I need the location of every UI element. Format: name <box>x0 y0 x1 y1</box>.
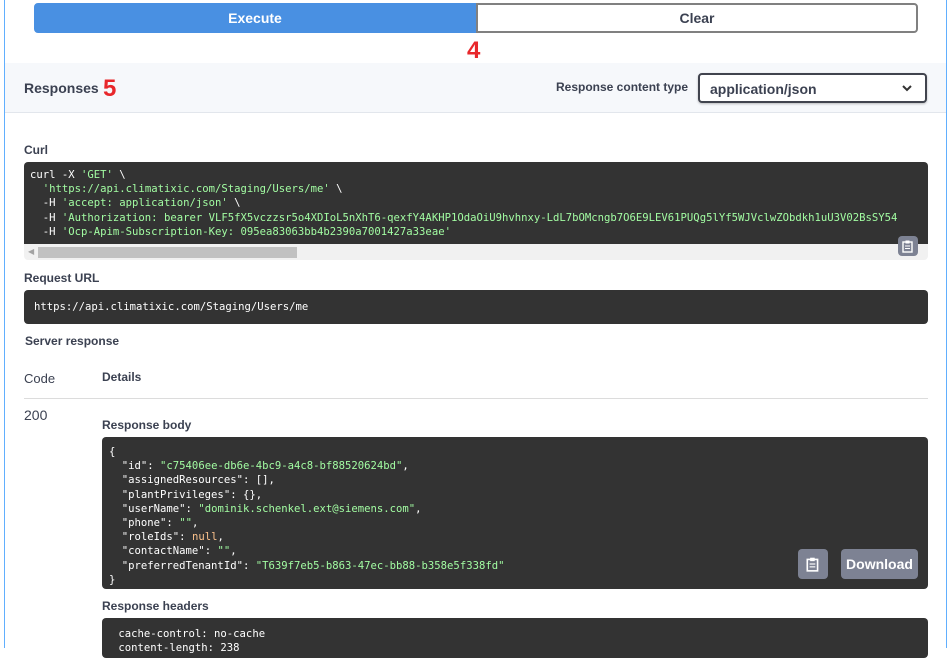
copy-curl-button[interactable] <box>898 236 918 256</box>
code-column-header: Code <box>24 371 56 386</box>
curl-token: -H <box>30 197 62 210</box>
json-key: "assignedResources" <box>121 474 243 487</box>
curl-token: \ <box>112 169 126 181</box>
json-colon: : <box>242 474 256 487</box>
curl-token: \ <box>227 197 241 210</box>
table-divider <box>24 398 928 399</box>
json-punct: , <box>217 531 224 544</box>
curl-line: -H 'Ocp-Apim-Subscription-Key: 095ea8306… <box>30 225 922 239</box>
json-value: [] <box>255 474 269 487</box>
execute-button[interactable]: Execute <box>34 3 476 33</box>
json-key: "plantPrivileges" <box>121 488 231 501</box>
json-value: "c75406ee-db6e-4bc9-a4c8-bf88520624bd" <box>160 460 403 473</box>
chevron-down-icon <box>902 85 912 92</box>
curl-string: 'GET' <box>81 169 113 181</box>
json-punct: , <box>255 488 263 501</box>
clipboard-icon <box>806 557 819 572</box>
annotation-5: 5 <box>103 75 117 102</box>
json-line: "phone": "", <box>109 516 921 530</box>
content-type-value: application/json <box>710 81 817 97</box>
curl-string: 'Ocp-Apim-Subscription-Key: 095ea83063bb… <box>61 225 451 238</box>
json-line: "plantPrivileges": {}, <box>109 488 921 502</box>
json-line: "userName": "dominik.schenkel.ext@siemen… <box>109 502 921 516</box>
json-key: "roleIds" <box>121 531 180 544</box>
annotation-4: 4 <box>467 37 481 64</box>
json-punct: , <box>415 502 422 515</box>
curl-label: Curl <box>24 143 48 157</box>
json-value: null <box>191 531 218 544</box>
json-punct: , <box>268 474 275 487</box>
curl-string: 'accept: application/json' <box>61 197 228 210</box>
json-punct: , <box>191 517 199 530</box>
responses-title: Responses <box>24 80 99 96</box>
json-colon: : <box>242 559 256 572</box>
curl-line: 'https://api.climatixic.com/Staging/User… <box>30 182 922 196</box>
json-colon: : <box>179 531 192 544</box>
json-colon: : <box>147 460 161 473</box>
content-type-select[interactable]: application/json <box>698 73 927 103</box>
json-indent: } <box>109 573 116 586</box>
json-key: "preferredTenantId" <box>121 559 243 572</box>
response-code: 200 <box>24 407 48 423</box>
json-indent: { <box>109 446 116 458</box>
json-colon: : <box>166 517 180 530</box>
json-key: "id" <box>121 460 148 473</box>
clear-button[interactable]: Clear <box>476 3 918 33</box>
curl-token <box>30 183 43 195</box>
response-body-label: Response body <box>102 418 192 432</box>
json-value: "dominik.schenkel.ext@siemens.com" <box>198 502 416 515</box>
curl-line: -H 'accept: application/json' \ <box>30 196 922 210</box>
json-colon: : <box>230 488 243 501</box>
json-line: { <box>109 445 921 459</box>
curl-string: 'https://api.climatixic.com/Staging/User… <box>42 183 330 196</box>
request-url-block[interactable]: https://api.climatixic.com/Staging/Users… <box>24 290 928 324</box>
curl-token: \ <box>329 183 343 196</box>
json-key: "contactName" <box>121 545 205 558</box>
json-colon: : <box>204 545 218 558</box>
json-line: "roleIds": null, <box>109 530 921 544</box>
curl-string: 'Authorization: bearer VLF5fX5vczzsr5o4X… <box>61 211 898 224</box>
response-headers-block[interactable]: cache-control: no-cache content-length: … <box>102 618 928 658</box>
curl-token: -H <box>30 225 62 238</box>
json-value: {} <box>242 488 256 501</box>
curl-token: curl -X <box>30 169 82 181</box>
json-value: "" <box>217 545 231 558</box>
server-response-label: Server response <box>25 334 120 348</box>
response-headers-label: Response headers <box>102 599 209 613</box>
header-line: content-length: 238 <box>112 642 240 655</box>
curl-code-block[interactable]: curl -X 'GET' \ 'https://api.climatixic.… <box>24 162 928 244</box>
download-button[interactable]: Download <box>841 549 918 579</box>
json-key: "userName" <box>121 502 186 515</box>
json-value: "" <box>179 517 192 530</box>
content-type-label: Response content type <box>556 80 689 94</box>
request-url-label: Request URL <box>24 271 100 285</box>
scroll-left-icon[interactable]: ◀ <box>28 247 34 256</box>
clipboard-icon <box>902 240 913 253</box>
execute-clear-group: Execute Clear <box>34 3 918 33</box>
header-line: cache-control: no-cache <box>112 628 266 640</box>
request-url-value: https://api.climatixic.com/Staging/Users… <box>34 301 309 313</box>
json-colon: : <box>185 502 199 515</box>
json-line: "assignedResources": [], <box>109 473 921 487</box>
json-value: "T639f7eb5-b863-47ec-bb88-b358e5f338fd" <box>255 559 505 572</box>
curl-line: curl -X 'GET' \ <box>30 168 922 182</box>
copy-response-button[interactable] <box>798 549 828 579</box>
json-line: "id": "c75406ee-db6e-4bc9-a4c8-bf8852062… <box>109 459 921 473</box>
json-key: "phone" <box>121 517 167 530</box>
json-punct: , <box>402 460 409 473</box>
curl-token: -H <box>30 211 62 224</box>
json-punct: , <box>230 545 237 558</box>
details-column-header: Details <box>102 370 142 384</box>
curl-line: -H 'Authorization: bearer VLF5fX5vczzsr5… <box>30 211 922 225</box>
scrollbar-thumb[interactable] <box>38 247 297 258</box>
